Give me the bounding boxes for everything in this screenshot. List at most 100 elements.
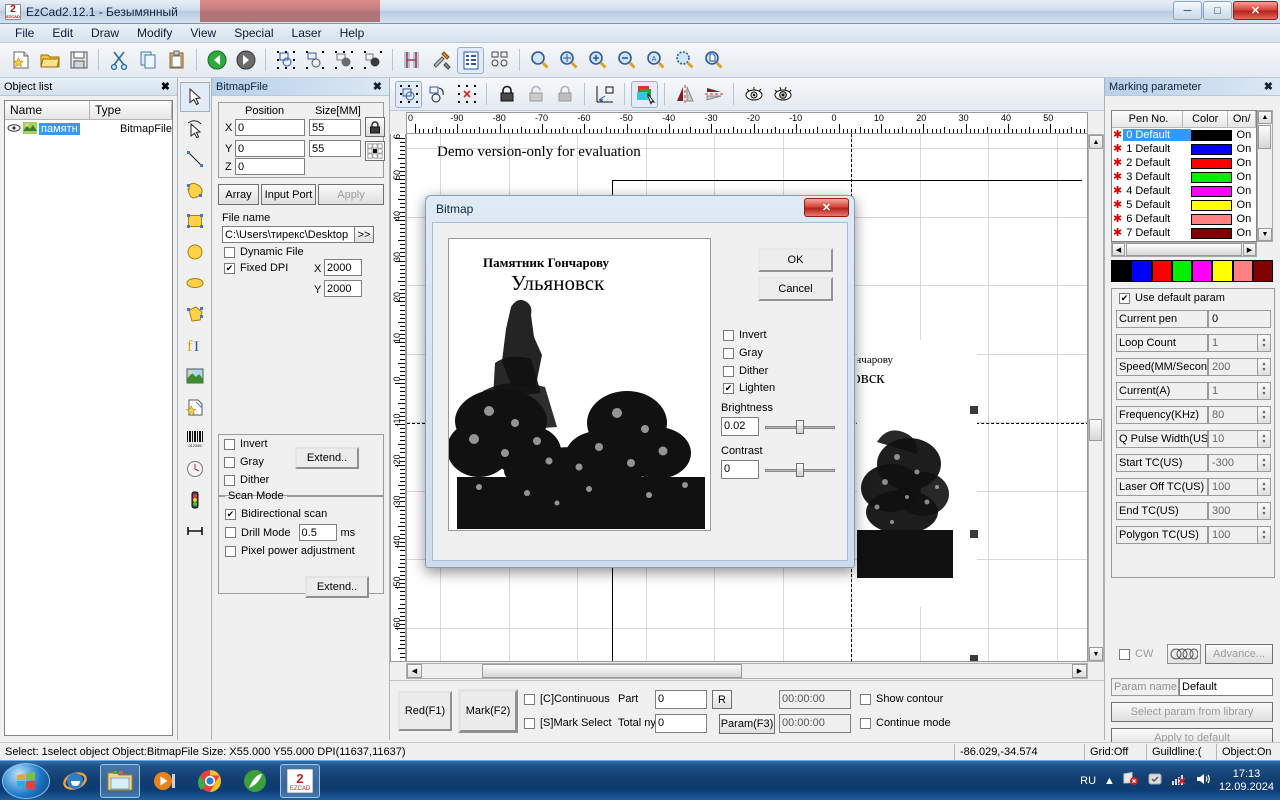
contrast-slider[interactable] [765, 462, 835, 478]
timer-tool-icon[interactable] [180, 454, 210, 484]
maximize-button[interactable]: □ [1203, 1, 1232, 20]
hatch-icon[interactable] [399, 47, 426, 74]
selection-handle-top[interactable] [970, 406, 978, 414]
lock-closed-icon[interactable] [493, 81, 520, 108]
taskbar-clock[interactable]: 17:13 12.09.2024 [1219, 768, 1274, 794]
bitmap-tool-icon[interactable] [180, 361, 210, 391]
zoom-tool-icon[interactable] [526, 47, 553, 74]
lock-icon[interactable] [365, 117, 385, 137]
bidirectional-scan-box[interactable]: ✔ [225, 509, 236, 520]
mirror-vertical-icon[interactable] [700, 81, 727, 108]
use-default-param-checkbox[interactable]: ✔ Use default param [1119, 292, 1225, 304]
paste-icon[interactable] [163, 47, 190, 74]
mark-button[interactable]: Mark(F2) [458, 689, 518, 733]
pen-horizontal-scrollbar[interactable]: ◀ ▶ [1111, 242, 1257, 257]
output-port-tool-icon[interactable] [180, 516, 210, 546]
pen-scroll-up-icon[interactable]: ▲ [1258, 111, 1272, 124]
menu-modify[interactable]: Modify [128, 24, 181, 42]
scroll-left-icon[interactable]: ◀ [407, 664, 422, 678]
size-y-input[interactable]: 55 [309, 140, 361, 157]
media-player-icon[interactable] [145, 764, 185, 798]
pen-color-swatch[interactable] [1191, 200, 1232, 211]
save-file-icon[interactable] [65, 47, 92, 74]
file-name-input[interactable]: C:\Users\тирекс\Desktop [222, 226, 355, 243]
zoom-page-icon[interactable] [700, 47, 727, 74]
menu-laser[interactable]: Laser [283, 24, 331, 42]
preview-icon[interactable] [740, 81, 767, 108]
pixel-power-checkbox[interactable]: Pixel power adjustment [225, 545, 377, 557]
object-list-view[interactable]: Name Type памятн BitmapFile [4, 100, 173, 736]
pen-vertical-scrollbar[interactable]: ▲ ▼ [1257, 110, 1273, 242]
param-spinner-frequency-khz[interactable]: ▲▼ [1258, 406, 1271, 424]
group-icon[interactable] [272, 47, 299, 74]
bitmap-gray-box[interactable] [723, 348, 734, 359]
param-value-speed-mm-second[interactable]: 200 [1208, 358, 1258, 376]
windows-start-icon[interactable] [2, 763, 50, 799]
object-list-close-icon[interactable]: ✖ [158, 80, 173, 93]
bitmap-lighten-box[interactable]: ✔ [723, 383, 734, 394]
vector-file-tool-icon[interactable] [180, 392, 210, 422]
minimize-button[interactable]: ─ [1173, 1, 1202, 20]
bitmap-gray-checkbox[interactable]: Gray [723, 347, 763, 359]
internet-explorer-icon[interactable] [55, 764, 95, 798]
text-tool-icon[interactable]: fI [180, 330, 210, 360]
apply-button[interactable]: Apply [318, 184, 384, 205]
gray-checkbox[interactable]: Gray [224, 456, 264, 468]
menu-file[interactable]: File [6, 24, 43, 42]
dither-checkbox[interactable]: Dither [224, 474, 269, 486]
color-swatch[interactable] [1212, 260, 1232, 282]
undo-icon[interactable] [203, 47, 230, 74]
curve-tool-icon[interactable] [180, 175, 210, 205]
bitmap-dialog-close-button[interactable]: ✕ [804, 198, 849, 217]
menu-special[interactable]: Special [225, 24, 282, 42]
preview-all-icon[interactable] [769, 81, 796, 108]
mirror-horizontal-icon[interactable] [671, 81, 698, 108]
open-file-icon[interactable] [36, 47, 63, 74]
selection-handle-middle[interactable] [970, 530, 978, 538]
lock-open-icon[interactable] [522, 81, 549, 108]
uncombine-icon[interactable] [359, 47, 386, 74]
color-swatch[interactable] [1131, 260, 1151, 282]
input-port-tool-icon[interactable] [180, 485, 210, 515]
param-spinner-end-tc-us[interactable]: ▲▼ [1258, 502, 1271, 520]
status-guideline[interactable]: Guildline:( [1146, 744, 1216, 760]
rectangle-tool-icon[interactable] [180, 206, 210, 236]
color-swatch[interactable] [1233, 260, 1253, 282]
param-spinner-current-a[interactable]: ▲▼ [1258, 382, 1271, 400]
selection-handle-bottom[interactable] [970, 655, 978, 662]
v-scroll-thumb[interactable] [1089, 419, 1102, 441]
object-name[interactable]: памятн [39, 123, 80, 135]
menu-help[interactable]: Help [331, 24, 374, 42]
pen-row[interactable]: ✱6 DefaultOn [1112, 212, 1256, 226]
pen-rows[interactable]: ✱0 DefaultOn✱1 DefaultOn✱2 DefaultOn✱3 D… [1112, 128, 1256, 240]
position-z-input[interactable]: 0 [235, 158, 305, 175]
continuous-checkbox[interactable]: [C]Continuous [524, 693, 610, 705]
language-indicator[interactable]: RU [1080, 775, 1096, 787]
param-name-input[interactable]: Default [1179, 678, 1273, 696]
param-value-frequency-khz[interactable]: 80 [1208, 406, 1258, 424]
color-swatch[interactable] [1111, 260, 1131, 282]
param-spinner-q-pulse-width-us[interactable]: ▲▼ [1258, 430, 1271, 448]
zoom-out-icon[interactable] [613, 47, 640, 74]
brightness-slider-knob[interactable] [796, 420, 804, 434]
param-value-start-tc-us[interactable]: -300 [1208, 454, 1258, 472]
network-error-icon[interactable] [1123, 772, 1139, 789]
layers-icon[interactable] [631, 81, 658, 108]
node-edit-tool-icon[interactable] [180, 113, 210, 143]
column-header-type[interactable]: Type [90, 101, 172, 119]
extend-scan-button[interactable]: Extend.. [305, 576, 369, 598]
signal-error-icon[interactable] [1171, 772, 1187, 789]
use-default-param-box[interactable]: ✔ [1119, 293, 1130, 304]
combine-icon[interactable] [330, 47, 357, 74]
color-swatch[interactable] [1172, 260, 1192, 282]
rotate-object-icon[interactable] [424, 81, 451, 108]
input-port-button[interactable]: Input Port [261, 184, 316, 205]
dither-box[interactable] [224, 475, 235, 486]
delete-nodes-icon[interactable] [453, 81, 480, 108]
invert-box[interactable] [224, 439, 235, 450]
pen-scroll-down-icon[interactable]: ▼ [1258, 228, 1272, 241]
pen-table[interactable]: Pen No. Color On/ ✱0 DefaultOn✱1 Default… [1111, 110, 1257, 242]
pen-color-swatch[interactable] [1191, 172, 1232, 183]
param-spinner-speed-mm-second[interactable]: ▲▼ [1258, 358, 1271, 376]
pen-row[interactable]: ✱3 DefaultOn [1112, 170, 1256, 184]
